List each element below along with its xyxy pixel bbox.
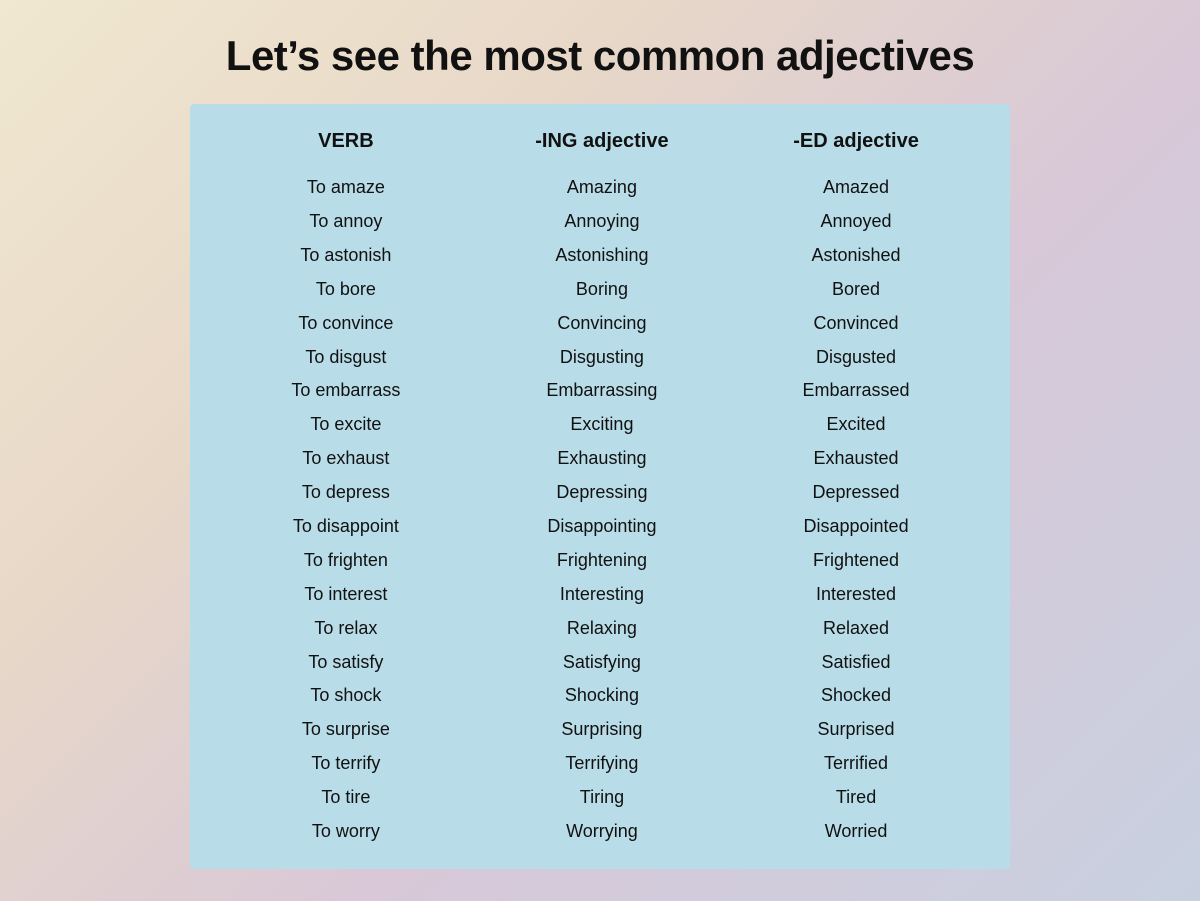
cell-r19-c1: Worrying bbox=[472, 815, 732, 849]
cell-r1-c1: Annoying bbox=[472, 205, 732, 239]
table-row: To frightenFrighteningFrightened bbox=[220, 544, 980, 578]
cell-r13-c2: Relaxed bbox=[732, 612, 980, 646]
table-row: To convinceConvincingConvinced bbox=[220, 307, 980, 341]
cell-r3-c2: Bored bbox=[732, 273, 980, 307]
cell-r0-c1: Amazing bbox=[472, 171, 732, 205]
table-row: To interestInterestingInterested bbox=[220, 578, 980, 612]
cell-r6-c0: To embarrass bbox=[220, 374, 472, 408]
cell-r3-c0: To bore bbox=[220, 273, 472, 307]
cell-r9-c2: Depressed bbox=[732, 476, 980, 510]
cell-r13-c1: Relaxing bbox=[472, 612, 732, 646]
table-row: To boreBoringBored bbox=[220, 273, 980, 307]
table-row: To exciteExcitingExcited bbox=[220, 408, 980, 442]
cell-r9-c0: To depress bbox=[220, 476, 472, 510]
cell-r14-c2: Satisfied bbox=[732, 646, 980, 680]
cell-r8-c1: Exhausting bbox=[472, 442, 732, 476]
table-row: To satisfySatisfyingSatisfied bbox=[220, 646, 980, 680]
table-row: To shockShockingShocked bbox=[220, 679, 980, 713]
cell-r2-c2: Astonished bbox=[732, 239, 980, 273]
table-row: To astonishAstonishingAstonished bbox=[220, 239, 980, 273]
cell-r12-c1: Interesting bbox=[472, 578, 732, 612]
cell-r11-c1: Frightening bbox=[472, 544, 732, 578]
cell-r18-c2: Tired bbox=[732, 781, 980, 815]
cell-r15-c0: To shock bbox=[220, 679, 472, 713]
cell-r7-c2: Excited bbox=[732, 408, 980, 442]
cell-r14-c0: To satisfy bbox=[220, 646, 472, 680]
cell-r11-c2: Frightened bbox=[732, 544, 980, 578]
cell-r19-c0: To worry bbox=[220, 815, 472, 849]
adjectives-table: VERB-ING adjective-ED adjective To amaze… bbox=[220, 120, 980, 849]
cell-r7-c0: To excite bbox=[220, 408, 472, 442]
cell-r12-c0: To interest bbox=[220, 578, 472, 612]
cell-r7-c1: Exciting bbox=[472, 408, 732, 442]
cell-r14-c1: Satisfying bbox=[472, 646, 732, 680]
cell-r8-c0: To exhaust bbox=[220, 442, 472, 476]
column-header-2: -ED adjective bbox=[732, 120, 980, 171]
cell-r10-c0: To disappoint bbox=[220, 510, 472, 544]
cell-r6-c1: Embarrassing bbox=[472, 374, 732, 408]
table-row: To disgustDisgustingDisgusted bbox=[220, 341, 980, 375]
table-row: To embarrassEmbarrassingEmbarrassed bbox=[220, 374, 980, 408]
cell-r16-c0: To surprise bbox=[220, 713, 472, 747]
cell-r8-c2: Exhausted bbox=[732, 442, 980, 476]
cell-r0-c2: Amazed bbox=[732, 171, 980, 205]
table-row: To worryWorryingWorried bbox=[220, 815, 980, 849]
cell-r16-c1: Surprising bbox=[472, 713, 732, 747]
cell-r4-c0: To convince bbox=[220, 307, 472, 341]
cell-r9-c1: Depressing bbox=[472, 476, 732, 510]
cell-r10-c2: Disappointed bbox=[732, 510, 980, 544]
cell-r17-c1: Terrifying bbox=[472, 747, 732, 781]
cell-r2-c1: Astonishing bbox=[472, 239, 732, 273]
table-row: To depressDepressingDepressed bbox=[220, 476, 980, 510]
cell-r4-c2: Convinced bbox=[732, 307, 980, 341]
cell-r13-c0: To relax bbox=[220, 612, 472, 646]
cell-r19-c2: Worried bbox=[732, 815, 980, 849]
table-row: To disappointDisappointingDisappointed bbox=[220, 510, 980, 544]
column-header-0: VERB bbox=[220, 120, 472, 171]
cell-r12-c2: Interested bbox=[732, 578, 980, 612]
cell-r18-c1: Tiring bbox=[472, 781, 732, 815]
cell-r18-c0: To tire bbox=[220, 781, 472, 815]
table-row: To annoyAnnoyingAnnoyed bbox=[220, 205, 980, 239]
cell-r5-c1: Disgusting bbox=[472, 341, 732, 375]
cell-r5-c2: Disgusted bbox=[732, 341, 980, 375]
cell-r16-c2: Surprised bbox=[732, 713, 980, 747]
cell-r1-c0: To annoy bbox=[220, 205, 472, 239]
cell-r1-c2: Annoyed bbox=[732, 205, 980, 239]
column-header-1: -ING adjective bbox=[472, 120, 732, 171]
cell-r4-c1: Convincing bbox=[472, 307, 732, 341]
cell-r5-c0: To disgust bbox=[220, 341, 472, 375]
adjectives-table-wrapper: VERB-ING adjective-ED adjective To amaze… bbox=[190, 104, 1010, 869]
page-title: Let’s see the most common adjectives bbox=[226, 32, 974, 80]
table-row: To surpriseSurprisingSurprised bbox=[220, 713, 980, 747]
table-row: To exhaustExhaustingExhausted bbox=[220, 442, 980, 476]
cell-r17-c0: To terrify bbox=[220, 747, 472, 781]
table-row: To amazeAmazingAmazed bbox=[220, 171, 980, 205]
cell-r15-c1: Shocking bbox=[472, 679, 732, 713]
table-row: To relaxRelaxingRelaxed bbox=[220, 612, 980, 646]
cell-r3-c1: Boring bbox=[472, 273, 732, 307]
cell-r10-c1: Disappointing bbox=[472, 510, 732, 544]
cell-r15-c2: Shocked bbox=[732, 679, 980, 713]
table-row: To terrifyTerrifyingTerrified bbox=[220, 747, 980, 781]
cell-r11-c0: To frighten bbox=[220, 544, 472, 578]
cell-r0-c0: To amaze bbox=[220, 171, 472, 205]
table-row: To tireTiringTired bbox=[220, 781, 980, 815]
cell-r6-c2: Embarrassed bbox=[732, 374, 980, 408]
cell-r17-c2: Terrified bbox=[732, 747, 980, 781]
cell-r2-c0: To astonish bbox=[220, 239, 472, 273]
